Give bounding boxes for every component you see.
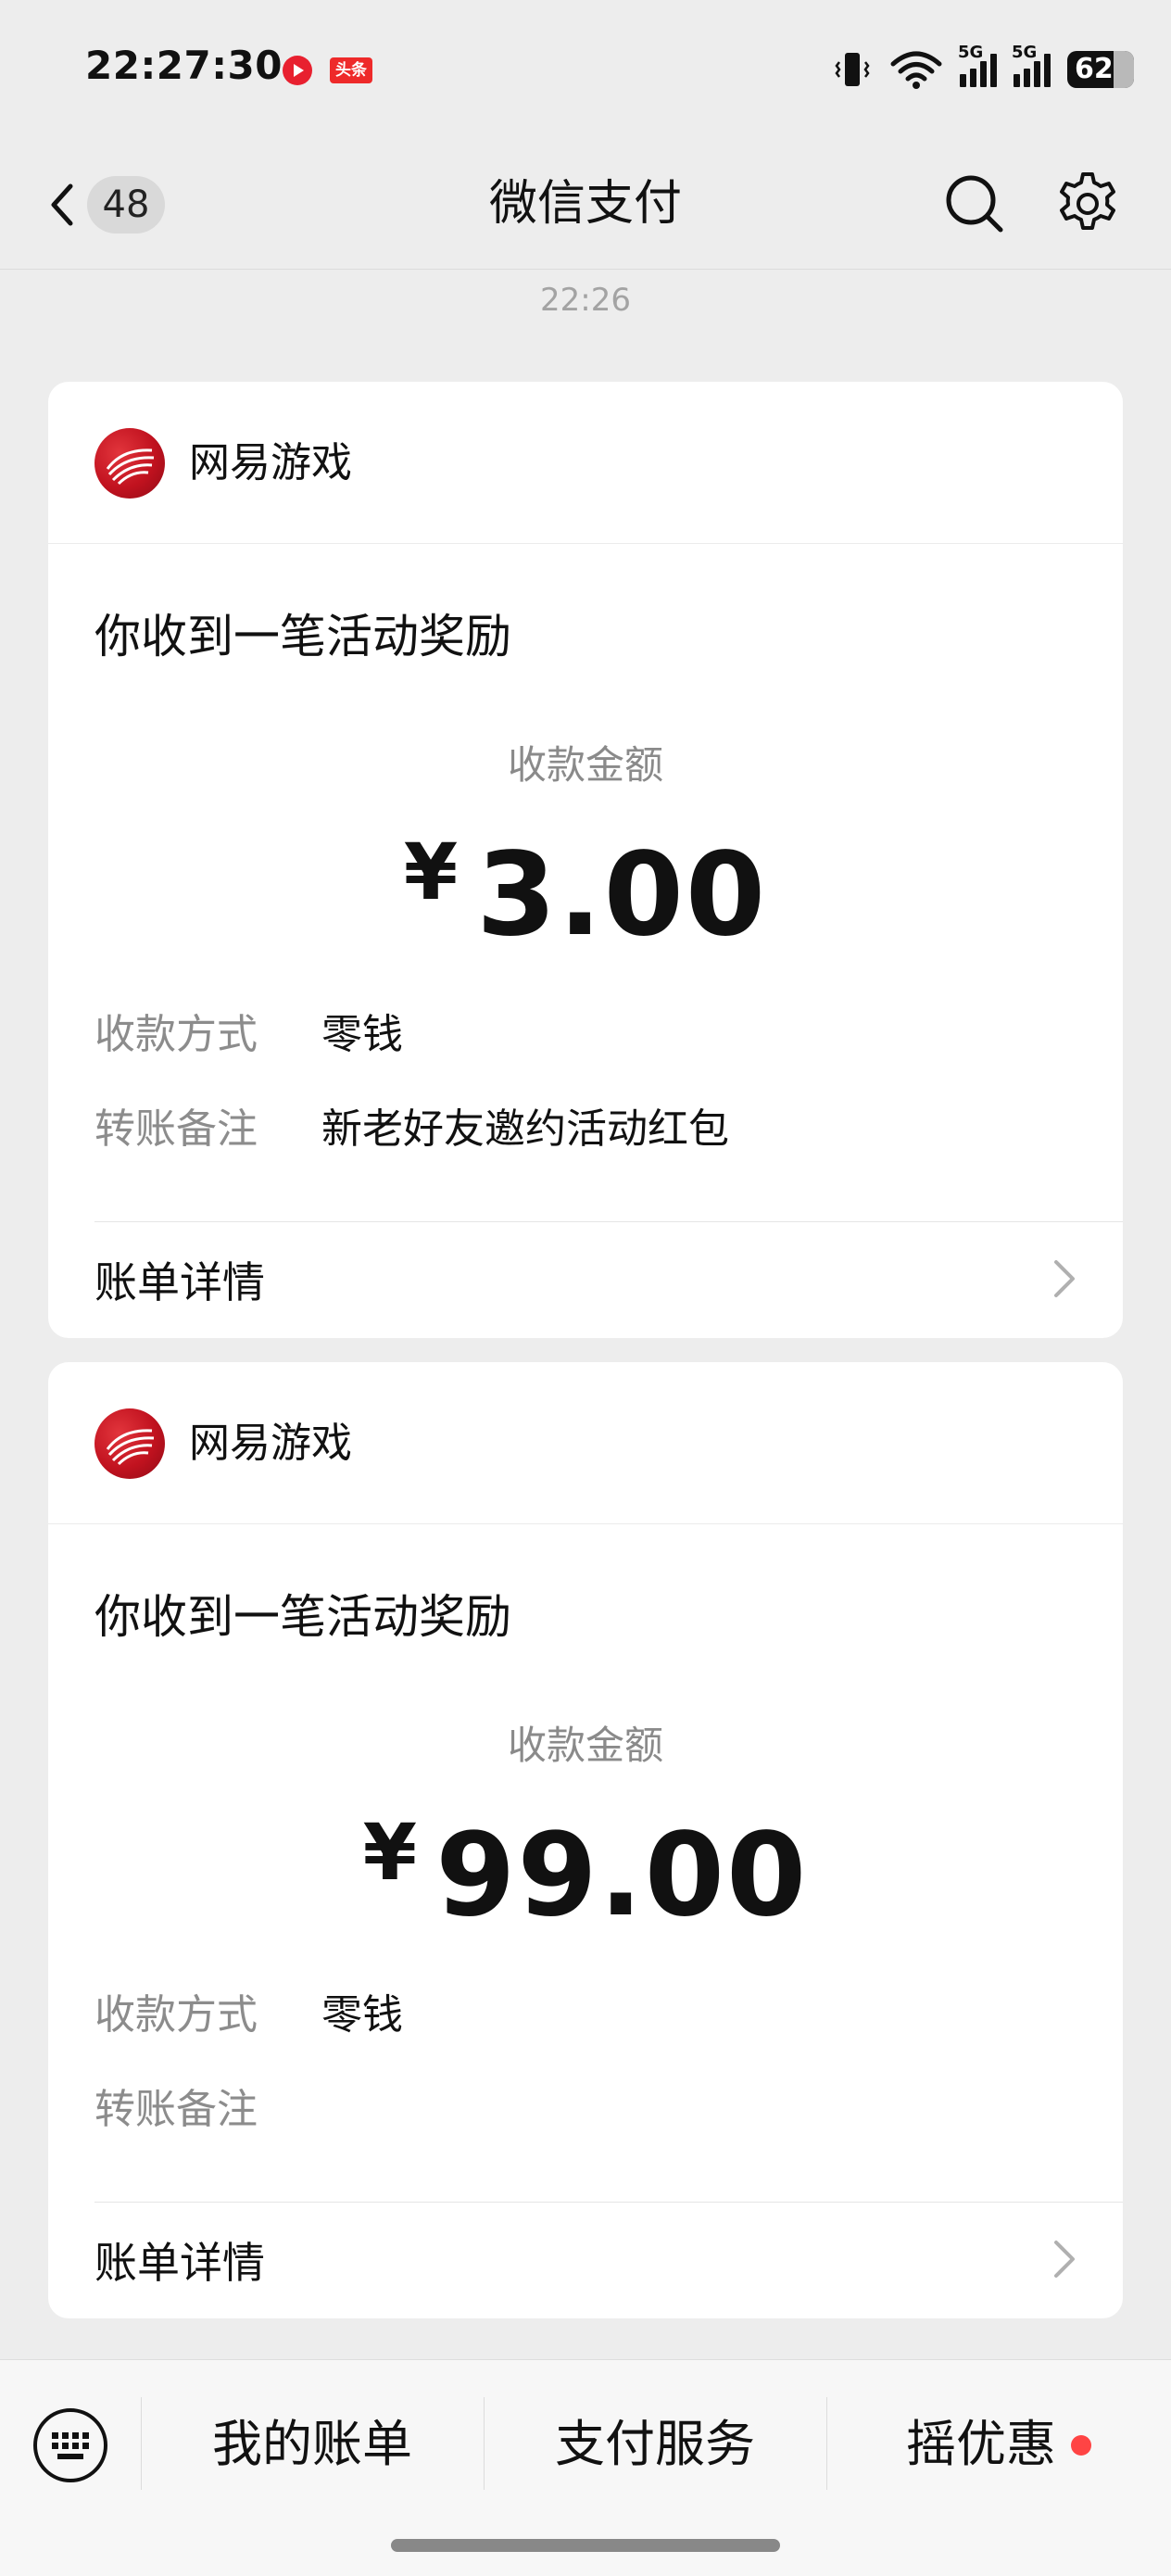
menu-shake-deals-label: 摇优惠 xyxy=(906,2415,1056,2473)
menu-payment-services[interactable]: 支付服务 xyxy=(484,2403,826,2486)
status-bar: 22:27:30 头条 5G 5G 62 xyxy=(0,0,1171,139)
currency-symbol: ¥ xyxy=(403,827,459,917)
amount-value: 3.00 xyxy=(476,828,768,962)
transfer-note-value: 新老好友邀约活动红包 xyxy=(321,1105,729,1153)
keyboard-icon[interactable] xyxy=(31,2406,109,2484)
amount-value: 99.00 xyxy=(435,1809,809,1942)
payment-method-label: 收款方式 xyxy=(94,1991,258,2039)
bill-details-link[interactable]: 账单详情 xyxy=(94,1249,265,1310)
video-app-icon xyxy=(283,56,312,85)
merchant-name: 网易游戏 xyxy=(189,439,352,486)
vibrate-icon xyxy=(835,53,870,86)
search-icon[interactable] xyxy=(938,167,1012,241)
wifi-icon xyxy=(890,51,942,89)
screen: 22:27:30 头条 5G 5G 62 微信支付 48 22:26 网易游戏 … xyxy=(0,0,1171,2576)
payment-card: 网易游戏 你收到一笔活动奖励 收款金额 ¥99.00 收款方式 零钱 转账备注 … xyxy=(48,1362,1123,2318)
network-type-label: 5G xyxy=(958,43,984,62)
currency-symbol: ¥ xyxy=(362,1807,418,1898)
gear-icon[interactable] xyxy=(1051,167,1125,241)
back-button[interactable]: 48 xyxy=(44,172,183,237)
status-time: 22:27:30 xyxy=(85,43,283,88)
cellular-signal-1: 5G xyxy=(958,43,997,87)
card-title: 你收到一笔活动奖励 xyxy=(94,610,511,663)
chevron-left-icon xyxy=(51,183,73,226)
cellular-signal-2: 5G xyxy=(1012,43,1051,87)
merchant-name: 网易游戏 xyxy=(189,1420,352,1467)
payment-method-value: 零钱 xyxy=(321,1011,403,1058)
merchant-logo xyxy=(94,428,165,499)
bill-details-link[interactable]: 账单详情 xyxy=(94,2229,265,2291)
unread-count-badge: 48 xyxy=(87,176,165,234)
payment-card: 网易游戏 你收到一笔活动奖励 收款金额 ¥3.00 收款方式 零钱 转账备注 新… xyxy=(48,382,1123,1338)
card-header[interactable]: 网易游戏 xyxy=(48,1362,1123,1524)
netease-logo-icon xyxy=(106,448,155,486)
home-indicator[interactable] xyxy=(391,2539,780,2552)
menu-shake-deals[interactable]: 摇优惠 xyxy=(826,2403,1171,2486)
card-divider xyxy=(94,1221,1123,1222)
amount-label: 收款金额 xyxy=(507,1723,663,1768)
card-header[interactable]: 网易游戏 xyxy=(48,382,1123,544)
status-icons: 5G 5G 62 xyxy=(832,43,1134,93)
card-title: 你收到一笔活动奖励 xyxy=(94,1590,511,1644)
chevron-right-icon[interactable] xyxy=(1052,1258,1077,1299)
amount-label: 收款金额 xyxy=(507,742,663,788)
netease-logo-icon xyxy=(106,1429,155,1466)
notification-dot xyxy=(1071,2435,1091,2456)
battery-indicator: 62 xyxy=(1067,51,1134,88)
transfer-note-label: 转账备注 xyxy=(94,1105,258,1153)
transfer-note-label: 转账备注 xyxy=(94,2086,258,2133)
amount: ¥99.00 xyxy=(48,1807,1123,1942)
menu-my-bills[interactable]: 我的账单 xyxy=(141,2403,484,2486)
network-type-label: 5G xyxy=(1012,43,1038,62)
payment-method-value: 零钱 xyxy=(321,1991,403,2039)
nav-bar: 微信支付 48 xyxy=(0,139,1171,270)
chat-timestamp: 22:26 xyxy=(540,282,631,319)
payment-method-label: 收款方式 xyxy=(94,1011,258,1058)
merchant-logo xyxy=(94,1408,165,1479)
chevron-right-icon[interactable] xyxy=(1052,2239,1077,2279)
card-divider xyxy=(94,2202,1123,2203)
news-app-badge: 头条 xyxy=(330,57,372,83)
amount: ¥3.00 xyxy=(48,827,1123,962)
